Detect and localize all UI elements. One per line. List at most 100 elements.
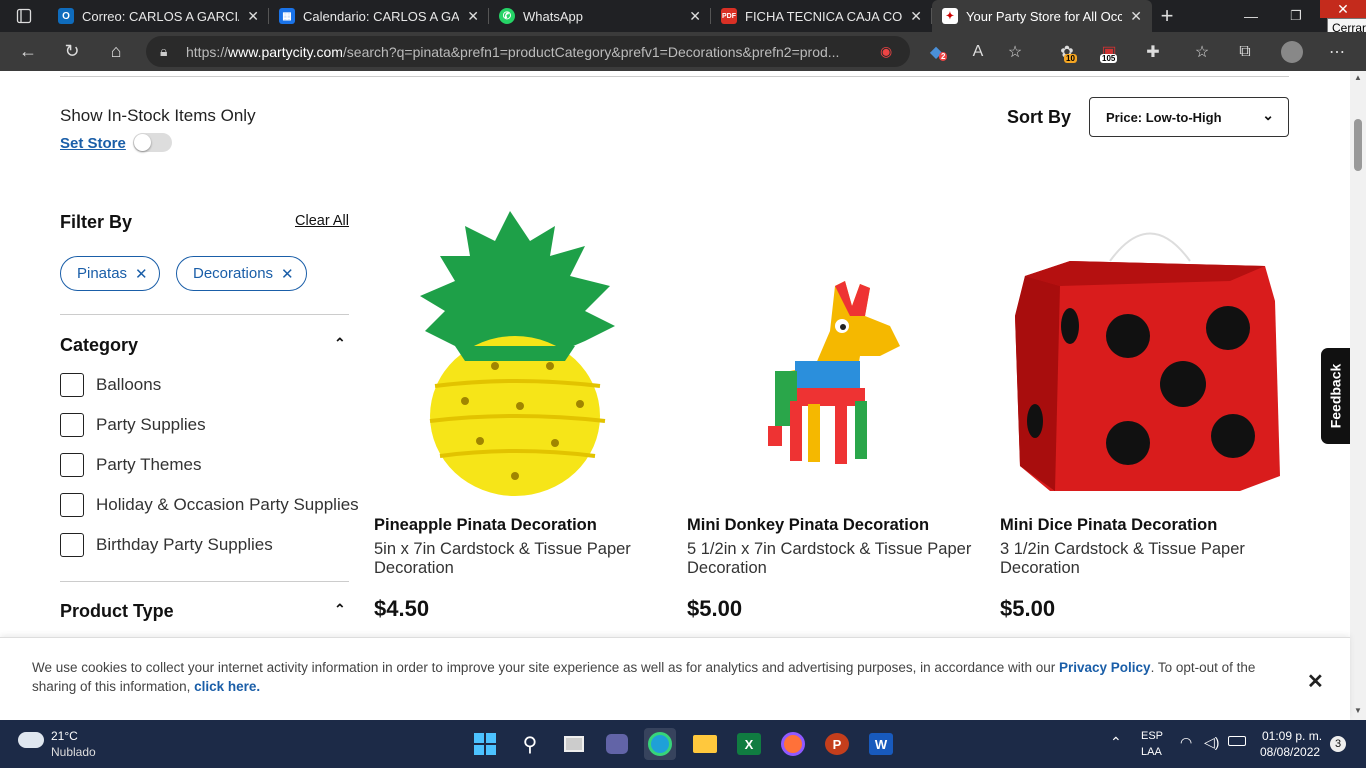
filter-chip-decorations[interactable]: Decorations ✕ <box>176 256 307 291</box>
tracking-icon[interactable]: ◉ <box>880 43 892 60</box>
word-button[interactable]: W <box>865 728 897 760</box>
star-icon: ☆ <box>1007 43 1023 61</box>
checkbox[interactable] <box>60 373 84 397</box>
pineapple-pinata-image[interactable] <box>415 206 625 496</box>
extension-button[interactable]: ✿ 10 <box>1050 32 1084 71</box>
read-aloud-button[interactable]: A <box>961 32 995 71</box>
sort-value: Price: Low-to-High <box>1106 109 1222 125</box>
wifi-icon[interactable]: ◠ <box>1180 734 1192 751</box>
feedback-button[interactable]: Feedback <box>1321 348 1350 444</box>
cookie-text: We use cookies to collect your internet … <box>32 658 1262 696</box>
category-title[interactable]: Category <box>60 335 138 356</box>
battery-icon[interactable] <box>1228 736 1246 746</box>
tab-close-icon[interactable]: ✕ <box>467 8 479 25</box>
checkbox[interactable] <box>60 453 84 477</box>
scroll-down-icon[interactable]: ▼ <box>1354 706 1362 715</box>
new-tab-button[interactable]: + <box>1152 0 1182 32</box>
extension-button[interactable]: ▣ 105 <box>1092 32 1126 71</box>
favorite-button[interactable]: ☆ <box>998 32 1032 71</box>
product-type-title[interactable]: Product Type <box>60 601 174 622</box>
clear-all-link[interactable]: Clear All <box>295 213 349 229</box>
clock-date[interactable]: 08/08/2022 <box>1260 745 1320 759</box>
folder-icon <box>693 735 717 753</box>
firefox-icon <box>781 732 805 756</box>
address-field[interactable]: 🔒︎ https://www.partycity.com/search?q=pi… <box>146 36 910 67</box>
avatar <box>1281 40 1303 63</box>
firefox-button[interactable] <box>777 728 809 760</box>
tab-pdf[interactable]: PDF FICHA TECNICA CAJA COLEC ✕ <box>711 0 932 32</box>
language-code[interactable]: ESP <box>1141 730 1163 742</box>
collections-badge: 2 <box>939 52 948 61</box>
settings-menu-button[interactable]: ⋯ <box>1320 32 1354 71</box>
set-store-link[interactable]: Set Store <box>60 135 126 152</box>
start-button[interactable] <box>469 728 501 760</box>
cookie-close-button[interactable]: ✕ <box>1307 669 1324 694</box>
scroll-thumb[interactable] <box>1354 119 1362 171</box>
chevron-up-icon[interactable]: ⌃ <box>334 335 346 352</box>
collections-button[interactable]: ◆ 2 <box>919 32 953 71</box>
tab-outlook[interactable]: O Correo: CARLOS A GARCIA M ✕ <box>48 0 269 32</box>
profile-button[interactable] <box>1275 32 1309 71</box>
tab-close-icon[interactable]: ✕ <box>1130 8 1142 25</box>
instock-label: Show In-Stock Items Only <box>60 106 256 125</box>
scroll-up-icon[interactable]: ▲ <box>1354 73 1362 82</box>
privacy-policy-link[interactable]: Privacy Policy <box>1059 660 1151 675</box>
category-balloons[interactable]: Balloons <box>60 373 161 397</box>
toggle-knob <box>134 134 151 151</box>
checkbox[interactable] <box>60 413 84 437</box>
product-name[interactable]: Mini Donkey Pinata Decoration <box>687 516 929 535</box>
teams-chat-button[interactable] <box>601 728 633 760</box>
extensions-button[interactable]: ✚ <box>1136 32 1170 71</box>
weather-temp[interactable]: 21°C <box>51 729 78 743</box>
show-hidden-icons-button[interactable]: ⌃ <box>1110 734 1122 751</box>
checkbox[interactable] <box>60 533 84 557</box>
collections-button[interactable]: ⧉ <box>1228 32 1262 71</box>
tab-calendar[interactable]: ▦ Calendario: CARLOS A GARCI ✕ <box>269 0 489 32</box>
back-button[interactable]: ← <box>6 32 50 71</box>
favorites-button[interactable]: ☆ <box>1185 32 1219 71</box>
home-button[interactable]: ⌂ <box>94 32 138 71</box>
refresh-button[interactable]: ↻ <box>50 32 94 71</box>
volume-icon[interactable]: ◁) <box>1204 734 1219 751</box>
close-window-button[interactable]: ✕ <box>1320 0 1366 18</box>
restore-button[interactable]: ❐ <box>1278 0 1314 32</box>
chevron-up-icon[interactable]: ⌃ <box>334 601 346 618</box>
category-party-supplies[interactable]: Party Supplies <box>60 413 206 437</box>
instock-toggle[interactable] <box>133 133 172 152</box>
edge-button[interactable] <box>644 728 676 760</box>
opt-out-link[interactable]: click here. <box>194 679 260 694</box>
excel-button[interactable]: X <box>733 728 765 760</box>
tab-close-icon[interactable]: ✕ <box>689 8 701 25</box>
minimize-button[interactable]: — <box>1233 0 1269 32</box>
tab-title: WhatsApp <box>523 8 583 24</box>
tab-close-icon[interactable]: ✕ <box>910 8 922 25</box>
donkey-pinata-image[interactable] <box>760 276 910 496</box>
task-view-button[interactable] <box>558 728 590 760</box>
notification-badge[interactable]: 3 <box>1330 736 1346 752</box>
powerpoint-button[interactable]: P <box>821 728 853 760</box>
product-name[interactable]: Pineapple Pinata Decoration <box>374 516 597 535</box>
category-party-themes[interactable]: Party Themes <box>60 453 202 477</box>
tab-actions-button[interactable] <box>0 0 48 32</box>
search-button[interactable]: ⚲ <box>514 728 546 760</box>
tab-close-icon[interactable]: ✕ <box>247 8 259 25</box>
tab-whatsapp[interactable]: ✆ WhatsApp ✕ <box>489 0 711 32</box>
keyboard-layout[interactable]: LAA <box>1141 746 1162 758</box>
weather-desc[interactable]: Nublado <box>51 745 96 759</box>
category-birthday[interactable]: Birthday Party Supplies <box>60 533 273 557</box>
product-name[interactable]: Mini Dice Pinata Decoration <box>1000 516 1217 535</box>
category-holiday-occasion[interactable]: Holiday & Occasion Party Supplies <box>60 493 359 517</box>
sort-select[interactable]: Price: Low-to-High ⌄ <box>1089 97 1289 137</box>
clock-time[interactable]: 01:09 p. m. <box>1262 729 1322 743</box>
tab-strip: O Correo: CARLOS A GARCIA M ✕ ▦ Calendar… <box>0 0 1366 32</box>
tab-title: FICHA TECNICA CAJA COLEC <box>745 8 903 24</box>
read-aloud-icon: A <box>972 42 984 60</box>
tab-partycity[interactable]: ✦ Your Party Store for All Occas ✕ <box>932 0 1152 32</box>
dice-pinata-image[interactable] <box>1000 206 1285 501</box>
file-explorer-button[interactable] <box>689 728 721 760</box>
filter-chip-pinatas[interactable]: Pinatas ✕ <box>60 256 160 291</box>
page-scrollbar[interactable]: ▲ ▼ <box>1350 71 1366 720</box>
puzzle-icon: ✚ <box>1146 43 1160 61</box>
checkbox[interactable] <box>60 493 84 517</box>
chip-label: Pinatas <box>77 265 128 282</box>
